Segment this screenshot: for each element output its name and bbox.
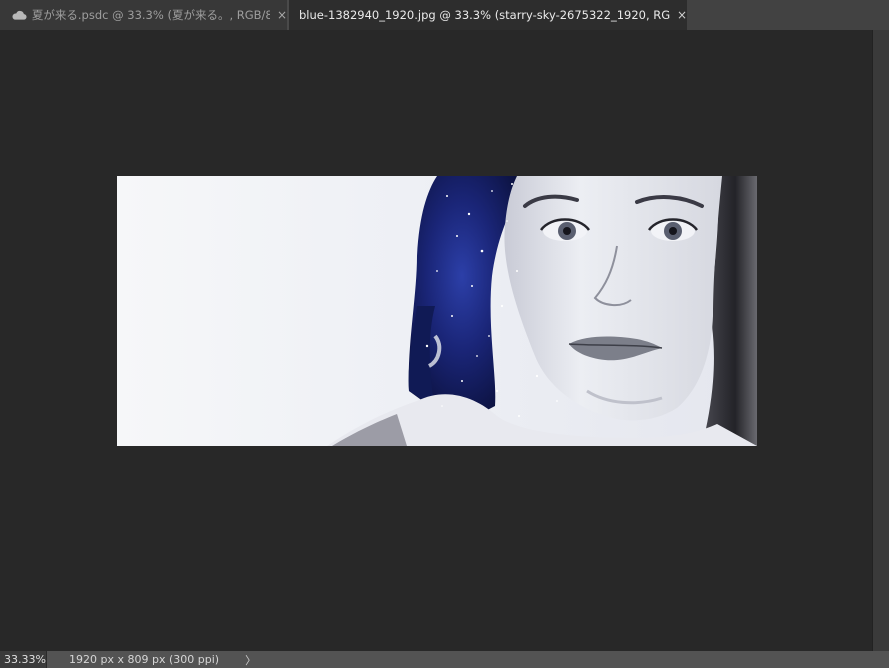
vertical-scrollbar[interactable] — [872, 30, 889, 651]
close-icon[interactable]: × — [677, 9, 687, 21]
tab-blue-jpg[interactable]: blue-1382940_1920.jpg @ 33.3% (starry-sk… — [289, 0, 687, 30]
document-canvas[interactable] — [117, 176, 757, 446]
tab-label: blue-1382940_1920.jpg @ 33.3% (starry-sk… — [299, 8, 670, 22]
document-info: 1920 px x 809 px (300 ppi) — [69, 653, 220, 666]
tab-label: 夏が来る.psdc @ 33.3% (夏が来る。, RGB/8) * — [31, 8, 270, 22]
zoom-level-field[interactable]: 33.33% — [0, 651, 47, 668]
document-tab-bar: 夏が来る.psdc @ 33.3% (夏が来る。, RGB/8) * × blu… — [0, 0, 889, 30]
close-icon[interactable]: × — [277, 9, 287, 21]
status-bar: 33.33% 1920 px x 809 px (300 ppi) 〉 — [0, 651, 889, 668]
chevron-right-icon[interactable]: 〉 — [245, 652, 256, 668]
cloud-icon — [12, 10, 27, 20]
tab-bar-empty-area — [687, 0, 889, 30]
photoshop-window: 夏が来る.psdc @ 33.3% (夏が来る。, RGB/8) * × blu… — [0, 0, 889, 668]
tab-summer-psdc[interactable]: 夏が来る.psdc @ 33.3% (夏が来る。, RGB/8) * × — [0, 0, 287, 30]
portrait-image — [117, 176, 757, 446]
